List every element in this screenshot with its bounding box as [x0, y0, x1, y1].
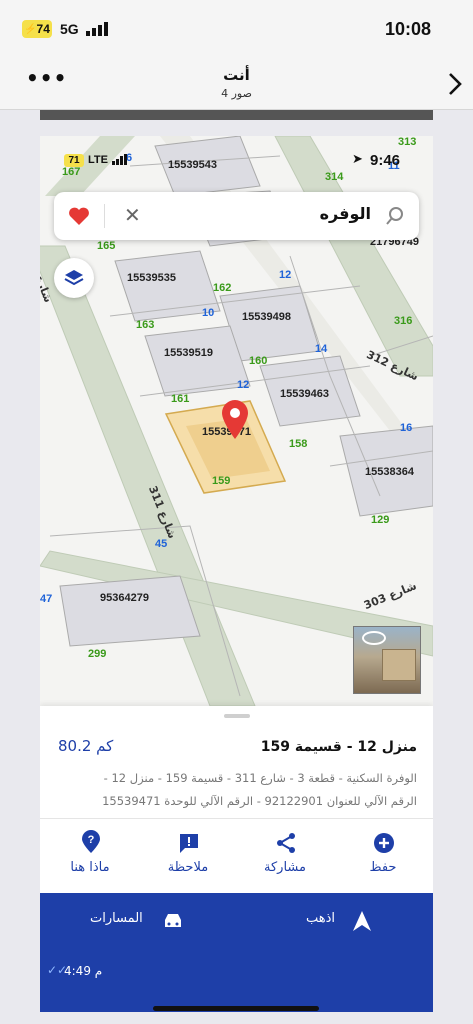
- inner-signal-icon: [112, 154, 127, 165]
- inner-battery-badge: 71: [64, 154, 84, 167]
- plot-number: 14: [315, 343, 328, 355]
- parcel-id: 15539535: [127, 272, 176, 284]
- layers-icon: [64, 270, 84, 286]
- svg-text:?: ?: [88, 834, 95, 846]
- plus-circle-icon: [374, 833, 394, 853]
- read-checkmarks-icon: ✓✓: [47, 963, 68, 977]
- search-bar[interactable]: ✕ الوفره: [54, 192, 419, 240]
- parcel-id: 15539498: [242, 311, 291, 323]
- background-photo-strip: [40, 110, 433, 120]
- navigation-arrow-icon: [353, 911, 371, 931]
- navigation-bar: اذهب المسارات 4:49 م ✓✓: [40, 893, 433, 1012]
- plot-number: 167: [62, 166, 81, 178]
- plot-number: 299: [88, 648, 107, 660]
- car-icon: [165, 914, 181, 927]
- share-label: مشاركة: [264, 860, 306, 875]
- layers-button[interactable]: [54, 258, 94, 298]
- plot-number: 313: [398, 136, 417, 148]
- routes-button[interactable]: المسارات: [90, 903, 240, 939]
- inner-network-label: LTE: [88, 154, 108, 166]
- parcel-id: 15539543: [168, 159, 217, 171]
- plot-number: 160: [249, 355, 268, 367]
- plot-number: 16: [400, 422, 413, 434]
- question-pin-icon: ?: [82, 830, 100, 853]
- home-indicator[interactable]: [153, 1006, 319, 1011]
- plot-number: 163: [136, 319, 155, 331]
- street-view-thumbnail[interactable]: [353, 626, 421, 694]
- parcel-id: 95364279: [100, 592, 149, 604]
- message-time: 4:49 م: [64, 964, 103, 978]
- feedback-label: ملاحظة: [167, 860, 209, 875]
- plot-number: 10: [202, 307, 215, 319]
- divider: [104, 204, 105, 228]
- share-icon: [277, 833, 295, 853]
- parcel-id: 15538364: [365, 466, 414, 478]
- chevron-right-icon[interactable]: [447, 72, 463, 96]
- plot-number: 314: [325, 171, 344, 183]
- inner-clock: 9:46: [370, 152, 401, 169]
- network-label: 5G: [60, 21, 79, 37]
- search-icon: [386, 207, 403, 225]
- plot-number: 161: [171, 393, 190, 405]
- location-arrow-icon: ➤: [352, 152, 363, 167]
- plot-number: 159: [212, 475, 231, 487]
- signal-icon: [86, 22, 108, 36]
- heart-icon[interactable]: [68, 206, 90, 226]
- feedback-icon: [180, 834, 198, 853]
- parcel-id: 15539463: [280, 388, 329, 400]
- place-info-sheet: منزل 12 - قسيمة 159 80.2 كم الوفرة السكن…: [40, 706, 433, 1012]
- plot-number: 47: [40, 593, 53, 605]
- place-title: منزل 12 - قسيمة 159: [260, 739, 417, 755]
- divider: [40, 818, 433, 819]
- plot-number: 12: [237, 379, 250, 391]
- whats-here-button[interactable]: ? ماذا هنا: [50, 828, 130, 884]
- go-button[interactable]: اذهب: [270, 903, 420, 939]
- outer-clock: 10:08: [385, 19, 432, 39]
- feedback-button[interactable]: ملاحظة: [148, 828, 228, 884]
- parcel-id: 15539519: [164, 347, 213, 359]
- rotate-360-icon: [362, 631, 386, 645]
- map-view[interactable]: 15539543 15539327 21796749 15539535 1553…: [40, 136, 433, 706]
- plot-number: 316: [394, 315, 413, 327]
- photos-header: ••• أنت 4 صور: [0, 56, 473, 110]
- plot-number: 45: [155, 538, 168, 550]
- whats-here-label: ماذا هنا: [70, 860, 110, 875]
- address-line-2: الرقم الآلي للعنوان 92122901 - الرقم الآ…: [102, 794, 417, 808]
- drag-handle[interactable]: [224, 714, 250, 718]
- battery-level: 74: [36, 22, 50, 36]
- search-input[interactable]: الوفره: [320, 204, 371, 223]
- save-label: حفظ: [369, 860, 397, 875]
- outer-status-bar: ⚡ 74 5G 10:08: [0, 0, 473, 56]
- house-shape: [382, 649, 416, 681]
- routes-label: المسارات: [90, 911, 143, 926]
- distance-label: 80.2 كم: [58, 737, 114, 755]
- save-button[interactable]: حفظ: [343, 828, 423, 884]
- maps-screenshot: 15539543 15539327 21796749 15539535 1553…: [40, 136, 433, 1012]
- go-label: اذهب: [306, 911, 336, 926]
- plot-number: 158: [289, 438, 308, 450]
- location-pin-icon: [222, 400, 248, 439]
- close-icon[interactable]: ✕: [124, 203, 141, 227]
- share-button[interactable]: مشاركة: [245, 828, 325, 884]
- plot-number: 162: [213, 282, 232, 294]
- header-subtitle: 4 صور: [221, 87, 252, 100]
- address-line-1: الوفرة السكنية - قطعة 3 - شارع 311 - قسي…: [103, 771, 417, 785]
- battery-badge: ⚡ 74: [22, 20, 52, 38]
- lightning-icon: ⚡: [24, 23, 37, 35]
- header-title: أنت: [223, 66, 250, 84]
- plot-number: 165: [97, 240, 116, 252]
- plot-number: 12: [279, 269, 292, 281]
- plot-number: 129: [371, 514, 390, 526]
